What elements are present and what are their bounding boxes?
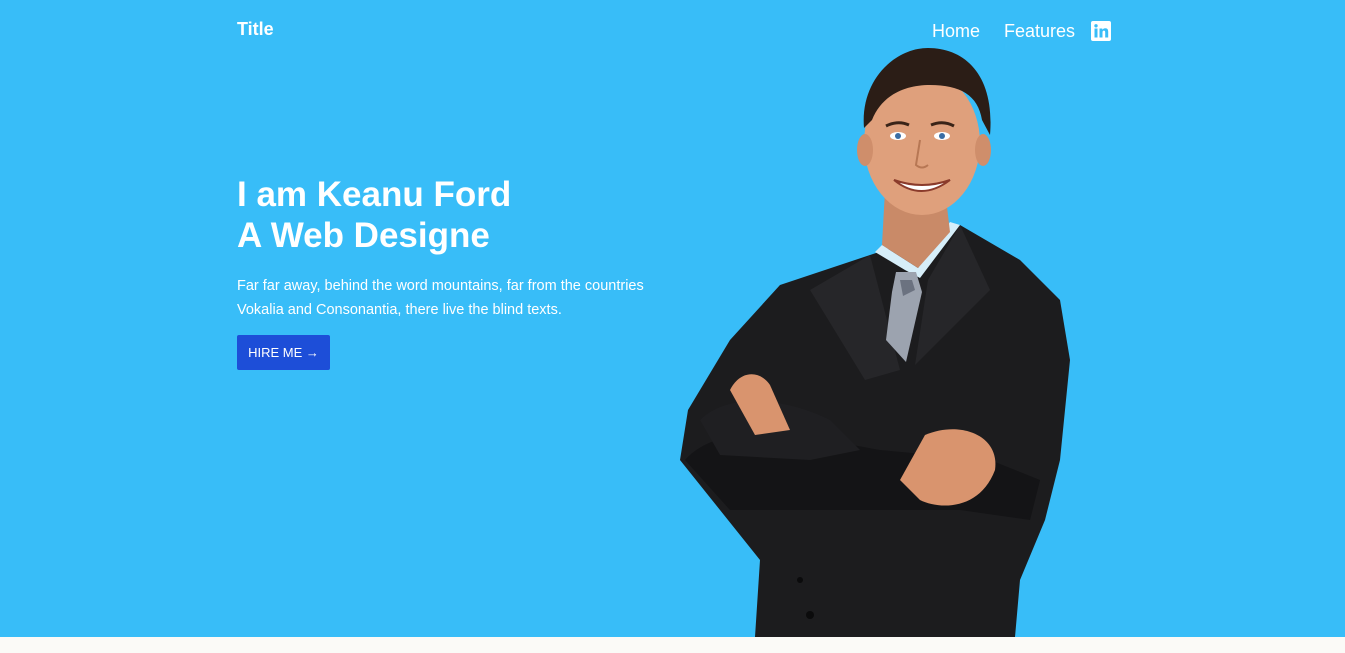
- headline-line-2: A Web Designe: [237, 216, 490, 255]
- hero-description: Far far away, behind the word mountains,…: [237, 274, 677, 322]
- description-line-1: Far far away, behind the word mountains,…: [237, 278, 644, 294]
- nav-link-features[interactable]: Features: [1004, 20, 1075, 42]
- hero-headline: I am Keanu Ford A Web Designe: [237, 174, 511, 256]
- hire-me-button[interactable]: HIRE ME →: [237, 335, 330, 370]
- page-footer-strip: [0, 637, 1345, 653]
- nav-link-home[interactable]: Home: [932, 20, 980, 42]
- hero-section: Title Home Features I am Keanu Ford A We…: [0, 0, 1345, 637]
- brand-title[interactable]: Title: [237, 19, 274, 40]
- description-line-2: Vokalia and Consonantia, there live the …: [237, 302, 562, 318]
- headline-line-1: I am Keanu Ford: [237, 175, 512, 214]
- businessman-portrait: [680, 48, 1070, 637]
- linkedin-icon[interactable]: [1091, 21, 1112, 41]
- top-nav: Home Features: [932, 20, 1112, 42]
